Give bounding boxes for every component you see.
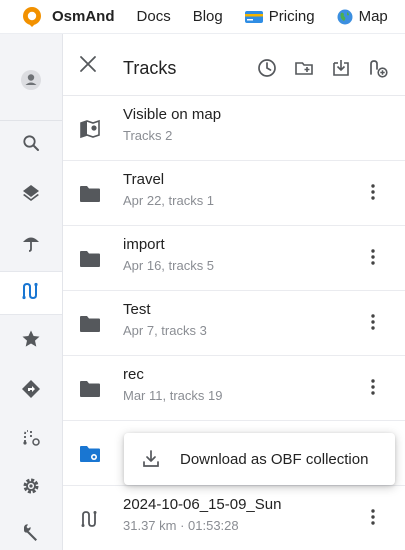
rail-tools[interactable] [0,512,62,550]
rail-layers[interactable] [0,173,62,217]
left-rail [0,34,63,550]
import-icon [331,58,351,83]
track-icon [77,506,103,532]
rail-navigation[interactable] [0,369,62,413]
rail-settings[interactable] [0,466,62,510]
rail-favorites[interactable] [0,319,62,363]
list-item-subtitle: Mar 11, tracks 19 [123,388,223,403]
star-icon [21,329,41,354]
list-item-folder[interactable]: Travel Apr 22, tracks 1 [63,161,405,226]
account-icon [20,69,42,96]
more-options-button[interactable] [363,312,383,336]
create-track-button[interactable] [366,58,390,82]
add-folder-icon [294,58,314,83]
list-item-subtitle: Tracks 2 [123,128,173,143]
list-item-folder[interactable]: Test Apr 7, tracks 3 [63,291,405,356]
more-options-button[interactable] [363,182,383,206]
list-item-subtitle: 31.37 km · 01:53:28 [123,518,239,533]
list-item-title: import [123,236,165,253]
umbrella-icon [21,233,41,258]
panel-header: Tracks [63,34,405,96]
nav-link-docs-label: Docs [136,8,171,25]
clock-icon [257,58,277,83]
rail-account[interactable] [0,60,62,104]
layers-icon [21,183,41,208]
credit-card-icon [244,10,263,23]
more-options-button[interactable] [363,507,383,531]
top-navbar: OsmAnd Docs Blog Pricing Map [0,0,405,34]
nav-link-docs[interactable]: Docs [137,8,171,25]
rail-weather[interactable] [0,223,62,267]
more-vert-icon [371,313,375,335]
close-button[interactable] [77,55,99,77]
panel-title: Tracks [123,58,177,78]
brand-name[interactable]: OsmAnd [52,8,115,25]
import-button[interactable] [329,58,353,82]
rail-divider [0,120,62,121]
more-vert-icon [371,183,375,205]
globe-icon [337,9,353,25]
tracks-icon [21,281,41,306]
list-item-subtitle: Apr 22, tracks 1 [123,193,215,208]
nav-link-blog-label: Blog [192,8,223,25]
rail-search[interactable] [0,123,62,167]
nav-link-map[interactable]: Map [337,8,388,25]
list-item-subtitle: Apr 16, tracks 5 [123,258,215,273]
nav-link-pricing[interactable]: Pricing [244,8,315,25]
download-icon [140,448,162,470]
list-item-folder[interactable]: rec Mar 11, tracks 19 [63,356,405,421]
nav-link-map-label: Map [358,8,388,25]
close-icon [79,55,97,78]
folder-icon [77,181,103,207]
search-icon [22,134,40,157]
nav-link-blog[interactable]: Blog [193,8,223,25]
list-item-subtitle: Apr 7, tracks 3 [123,323,207,338]
more-options-button[interactable] [363,377,383,401]
history-button[interactable] [255,58,279,82]
nav-link-pricing-label: Pricing [268,8,315,25]
folder-icon [77,376,103,402]
list-item-title: Test [123,301,151,318]
list-item-title: rec [123,366,144,383]
list-item-folder[interactable]: import Apr 16, tracks 5 [63,226,405,291]
folder-icon [77,246,103,272]
download-obf-menu-item[interactable]: Download as OBF collection [124,433,395,485]
more-options-button[interactable] [363,247,383,271]
osmand-logo-icon[interactable] [21,6,43,28]
list-item-title: Travel [123,171,165,188]
download-obf-label: Download as OBF collection [180,450,369,468]
rail-tracks[interactable] [0,271,62,315]
list-item-title: 2024-10-06_15-09_Sun [123,496,282,513]
smart-folder-icon [77,441,103,467]
rail-plan-route[interactable] [0,417,62,461]
new-folder-button[interactable] [292,58,316,82]
gear-icon [21,476,41,501]
map-visible-icon [77,116,103,142]
add-track-icon [368,58,388,83]
plan-route-icon [21,427,41,452]
wrench-icon [21,522,41,547]
directions-icon [21,379,41,404]
more-vert-icon [371,508,375,530]
list-item-visible-on-map[interactable]: Visible on map Tracks 2 [63,96,405,161]
more-vert-icon [371,378,375,400]
list-item-track[interactable]: 2024-10-06_15-09_Sun 31.37 km · 01:53:28 [63,486,405,550]
more-vert-icon [371,248,375,270]
list-item-title: Visible on map [123,106,222,123]
folder-icon [77,311,103,337]
